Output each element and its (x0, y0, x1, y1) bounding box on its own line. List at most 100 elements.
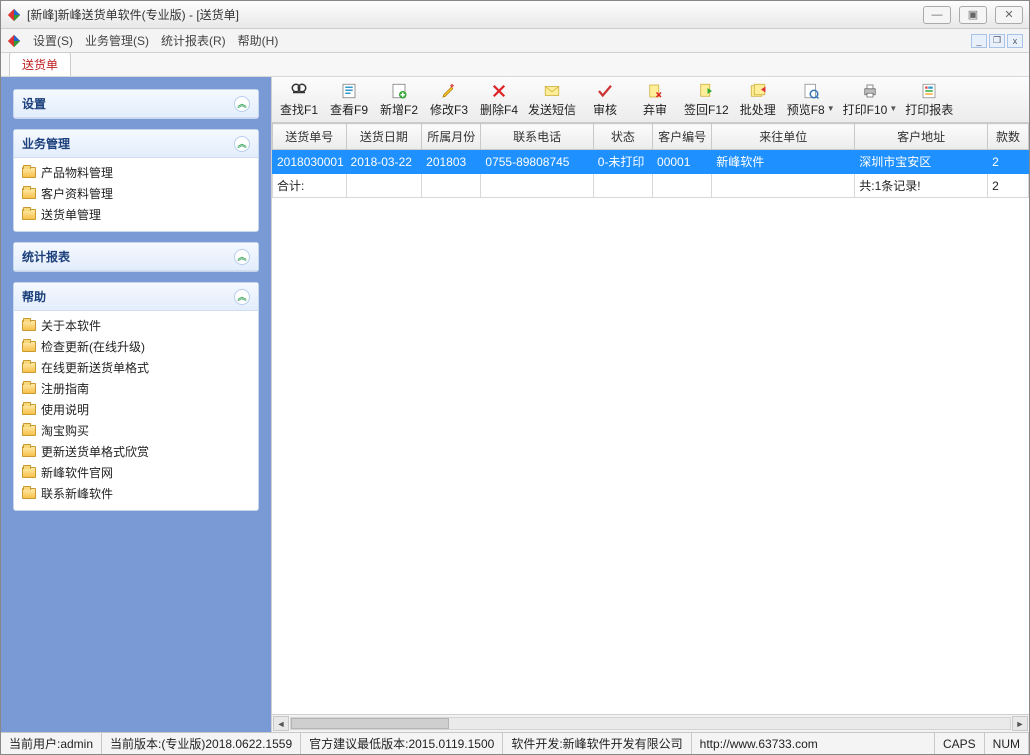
preview-button[interactable]: 预览F8▼ (783, 80, 839, 120)
statusbar: 当前用户:admin 当前版本:(专业版)2018.0622.1559 官方建议… (1, 732, 1029, 754)
menu-reports[interactable]: 统计报表(R) (161, 32, 226, 49)
sidebar-item-label: 关于本软件 (41, 317, 101, 334)
column-header[interactable]: 客户编号 (653, 124, 712, 150)
toolbar-button-label: 修改F3 (430, 101, 468, 118)
column-header[interactable]: 送货日期 (346, 124, 422, 150)
scroll-right-button[interactable]: ► (1012, 716, 1028, 731)
maximize-button[interactable]: ▣ (959, 6, 987, 24)
status-url[interactable]: http://www.63733.com (692, 733, 935, 754)
folder-icon (22, 320, 36, 331)
signback-icon (696, 82, 716, 100)
column-header[interactable]: 所属月份 (422, 124, 481, 150)
toolbar-button-label: 打印F10 (843, 101, 888, 118)
column-header[interactable]: 款数 (988, 124, 1029, 150)
status-version: 当前版本:(专业版)2018.0622.1559 (102, 733, 301, 754)
status-minversion: 官方建议最低版本:2015.0119.1500 (301, 733, 503, 754)
folder-icon (22, 362, 36, 373)
sidebar-item[interactable]: 关于本软件 (20, 315, 252, 336)
sidebar-item[interactable]: 注册指南 (20, 378, 252, 399)
sidebar-group-title: 业务管理 (22, 135, 70, 152)
mdi-close-button[interactable]: x (1007, 34, 1023, 48)
folder-icon (22, 467, 36, 478)
column-header[interactable]: 状态 (593, 124, 652, 150)
unapprove-button[interactable]: 弃审 (630, 80, 680, 120)
sidebar-group-title: 帮助 (22, 288, 46, 305)
edit-icon (439, 82, 459, 100)
sidebar-group-header[interactable]: 帮助 ︽ (14, 283, 258, 311)
scroll-left-button[interactable]: ◄ (273, 716, 289, 731)
edit-button[interactable]: 修改F3 (424, 80, 474, 120)
tab-delivery[interactable]: 送货单 (9, 52, 71, 76)
sidebar-item[interactable]: 产品物料管理 (20, 162, 252, 183)
column-header[interactable]: 联系电话 (481, 124, 593, 150)
folder-icon (22, 209, 36, 220)
sidebar-group-header[interactable]: 统计报表︽ (14, 243, 258, 271)
batch-button[interactable]: 批处理 (733, 80, 783, 120)
folder-icon (22, 383, 36, 394)
sidebar-item-label: 淘宝购买 (41, 422, 89, 439)
toolbar-button-label: 签回F12 (684, 101, 729, 118)
sidebar-item[interactable]: 客户资料管理 (20, 183, 252, 204)
batch-icon (748, 82, 768, 100)
view-button[interactable]: 查看F9 (324, 80, 374, 120)
new-button[interactable]: 新增F2 (374, 80, 424, 120)
status-caps: CAPS (935, 733, 985, 754)
find-icon (289, 82, 309, 100)
chevron-up-icon[interactable]: ︽ (234, 289, 250, 305)
sidebar-item-label: 产品物料管理 (41, 164, 113, 181)
sidebar-item-label: 在线更新送货单格式 (41, 359, 149, 376)
sidebar-item[interactable]: 联系新峰软件 (20, 483, 252, 504)
sidebar-item[interactable]: 送货单管理 (20, 204, 252, 225)
delete-icon (489, 82, 509, 100)
sidebar-group-header[interactable]: 设置︽ (14, 90, 258, 118)
toolbar-button-label: 新增F2 (380, 101, 418, 118)
toolbar-button-label: 查看F9 (330, 101, 368, 118)
sidebar-item[interactable]: 新峰软件官网 (20, 462, 252, 483)
toolbar: 查找F1 查看F9 新增F2 修改F3 删除F4发送短信审核弃审签回F12 批处理预览F8… (272, 77, 1029, 123)
scroll-thumb[interactable] (291, 718, 449, 729)
chevron-up-icon[interactable]: ︽ (234, 249, 250, 265)
find-button[interactable]: 查找F1 (274, 80, 324, 120)
sidebar-group-header[interactable]: 业务管理 ︽ (14, 130, 258, 158)
dropdown-arrow-icon: ▼ (827, 104, 835, 113)
sidebar-item-label: 新峰软件官网 (41, 464, 113, 481)
column-header[interactable]: 送货单号 (273, 124, 347, 150)
menubar: 设置(S) 业务管理(S) 统计报表(R) 帮助(H) _ ❐ x (1, 29, 1029, 53)
sidebar-item[interactable]: 更新送货单格式欣赏 (20, 441, 252, 462)
sidebar: 设置︽ 业务管理 ︽ 产品物料管理客户资料管理送货单管理统计报表︽ 帮助 ︽ 关于本软件检查… (1, 77, 271, 732)
approve-button[interactable]: 审核 (580, 80, 630, 120)
menu-settings[interactable]: 设置(S) (33, 32, 73, 49)
chevron-up-icon[interactable]: ︽ (234, 136, 250, 152)
toolbar-button-label: 批处理 (740, 101, 776, 118)
signback-button[interactable]: 签回F12 (680, 80, 733, 120)
chevron-up-icon[interactable]: ︽ (234, 96, 250, 112)
menu-help[interactable]: 帮助(H) (238, 32, 279, 49)
printrpt-button[interactable]: 打印报表 (901, 80, 957, 120)
sidebar-item[interactable]: 在线更新送货单格式 (20, 357, 252, 378)
menu-business[interactable]: 业务管理(S) (85, 32, 149, 49)
table-row[interactable]: 20180300012018-03-22201803 0755-89808745… (273, 150, 1029, 174)
mdi-minimize-button[interactable]: _ (971, 34, 987, 48)
sidebar-item[interactable]: 检查更新(在线升级) (20, 336, 252, 357)
folder-icon (22, 404, 36, 415)
print-button[interactable]: 打印F10▼ (839, 80, 902, 120)
sms-button[interactable]: 发送短信 (524, 80, 580, 120)
printrpt-icon (919, 82, 939, 100)
toolbar-button-label: 查找F1 (280, 101, 318, 118)
preview-icon (801, 82, 821, 100)
horizontal-scrollbar[interactable]: ◄ ► (272, 714, 1029, 732)
dropdown-arrow-icon: ▼ (889, 104, 897, 113)
delete-button[interactable]: 删除F4 (474, 80, 524, 120)
grid[interactable]: 送货单号送货日期所属月份联系电话状态客户编号来往单位客户地址款数 2018030… (272, 123, 1029, 714)
minimize-button[interactable]: — (923, 6, 951, 24)
sidebar-item-label: 注册指南 (41, 380, 89, 397)
column-header[interactable]: 客户地址 (855, 124, 988, 150)
column-header[interactable]: 来往单位 (712, 124, 855, 150)
sidebar-item-label: 使用说明 (41, 401, 89, 418)
sidebar-item[interactable]: 使用说明 (20, 399, 252, 420)
close-button[interactable]: ✕ (995, 6, 1023, 24)
folder-icon (22, 167, 36, 178)
mdi-restore-button[interactable]: ❐ (989, 34, 1005, 48)
sidebar-item[interactable]: 淘宝购买 (20, 420, 252, 441)
unapprove-icon (645, 82, 665, 100)
